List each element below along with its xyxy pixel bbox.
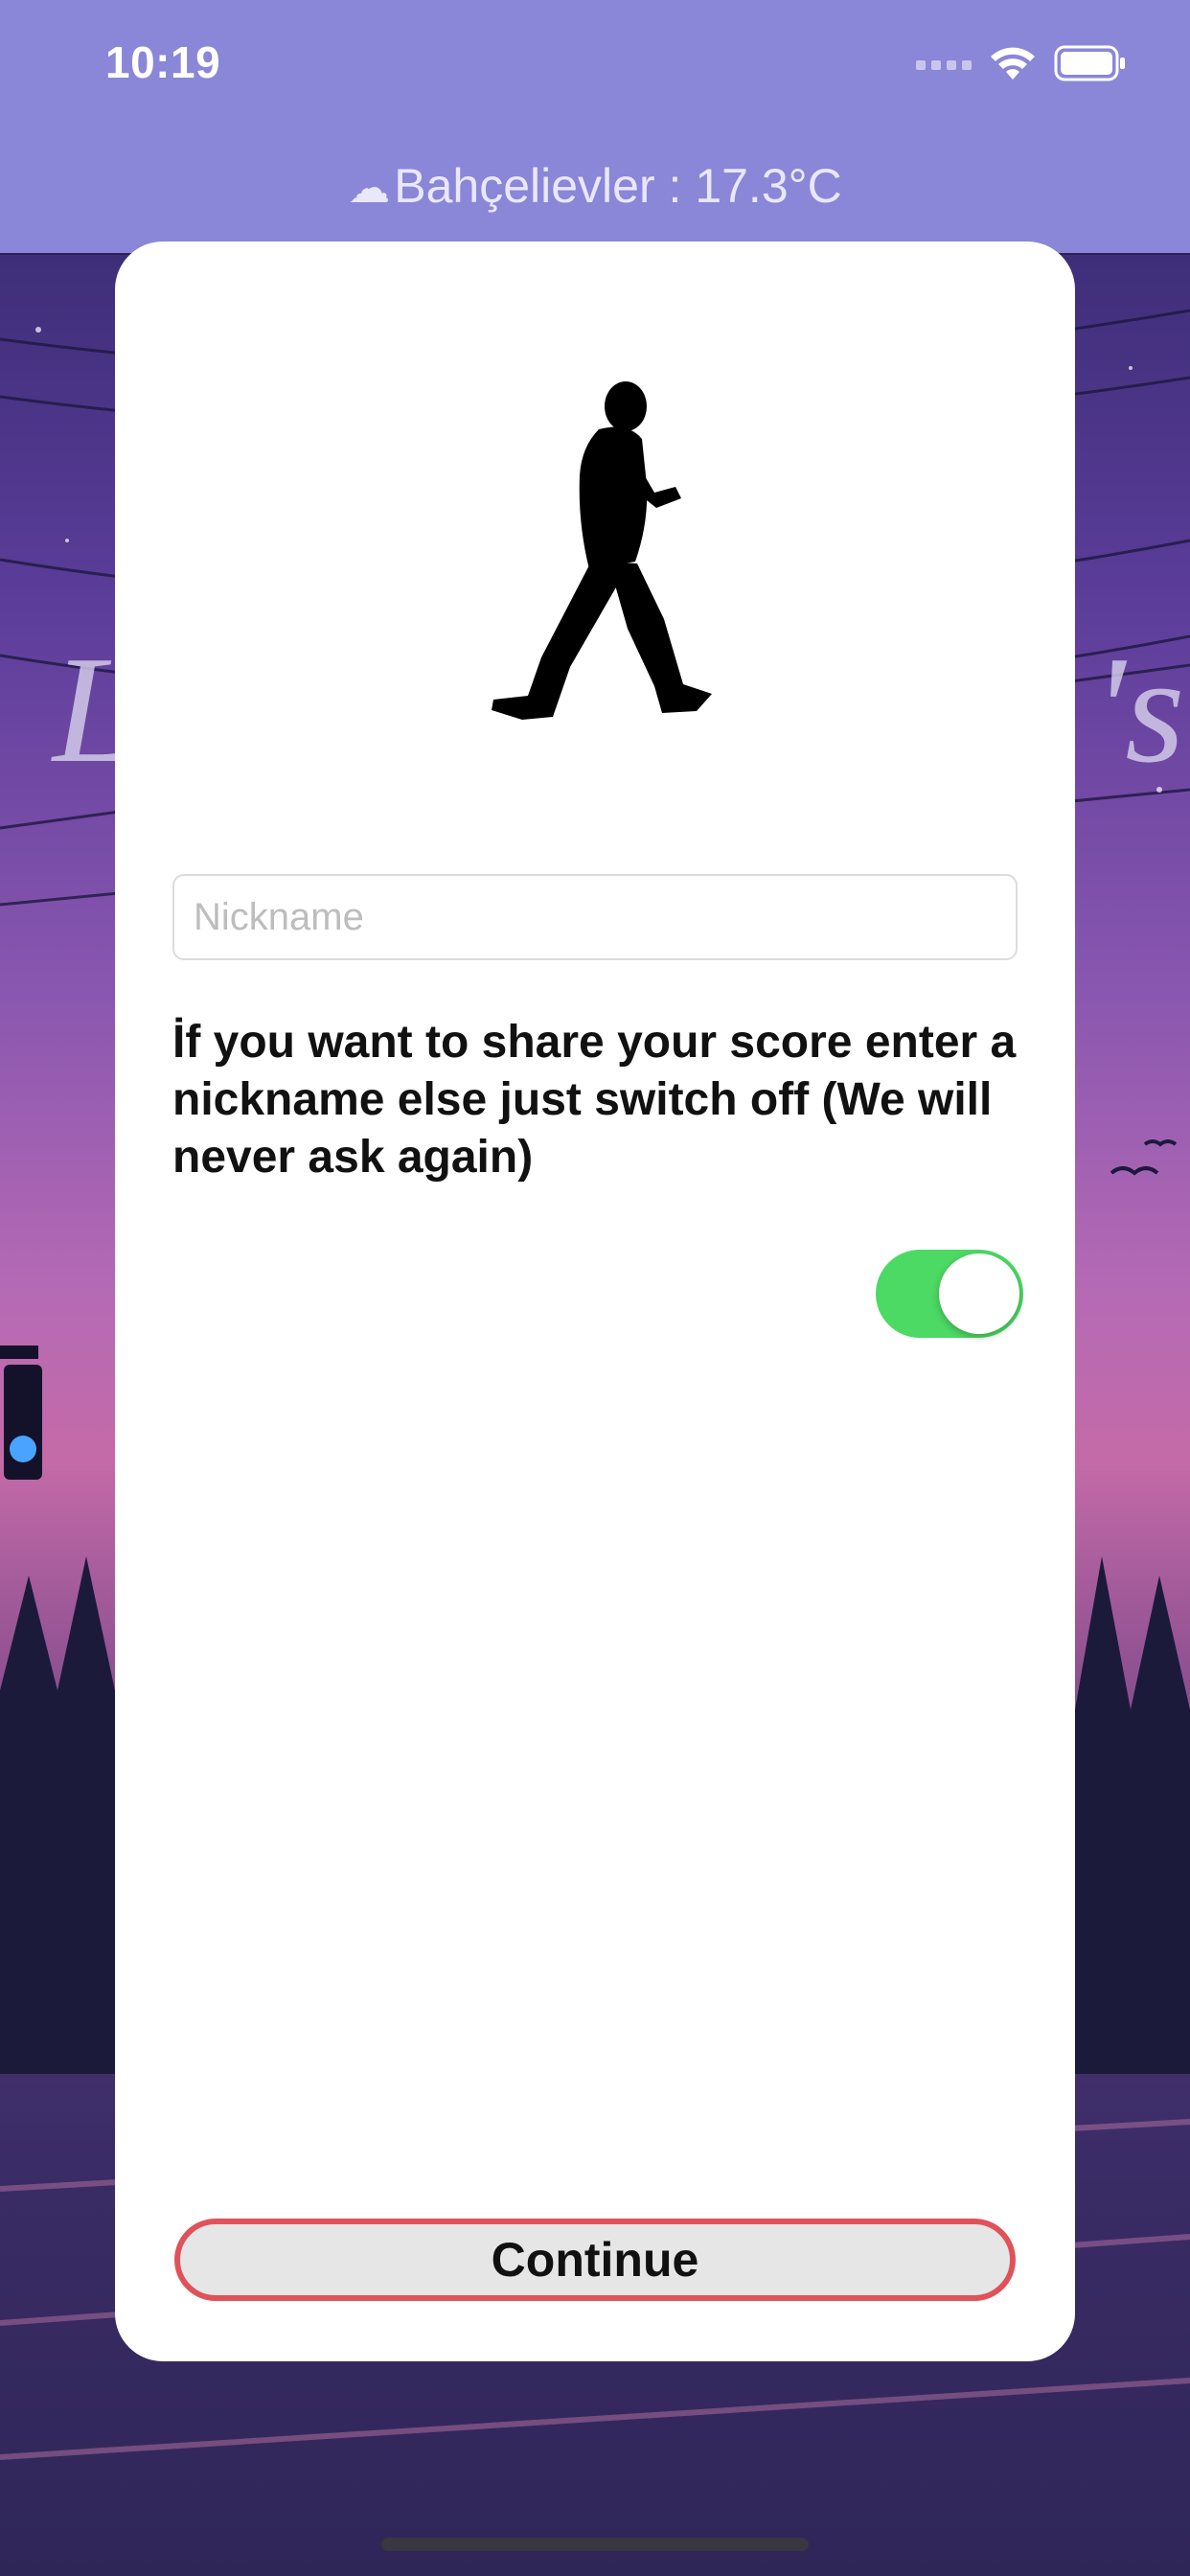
weather-temperature: 17.3°C (695, 159, 842, 213)
weather-label: ☁Bahçelievler : 17.3°C (0, 158, 1190, 214)
status-icons (916, 44, 1127, 82)
status-time: 10:19 (105, 37, 221, 87)
share-info-text: İf you want to share your score enter a … (172, 1017, 1017, 1183)
weather-location: Bahçelievler (394, 159, 655, 213)
header-bar: 10:19 ☁Bahçelievler : 17.3°C (0, 0, 1190, 255)
wifi-icon (991, 47, 1035, 80)
cellular-signal-icon (916, 60, 972, 70)
share-score-toggle[interactable] (876, 1250, 1023, 1338)
cloud-icon: ☁ (348, 165, 391, 212)
nickname-input[interactable] (172, 874, 1018, 960)
continue-button[interactable]: Continue (174, 2219, 1016, 2301)
nickname-card: İf you want to share your score enter a … (115, 242, 1075, 2361)
walking-man-icon (492, 381, 712, 720)
toggle-knob (939, 1254, 1019, 1334)
svg-text:'s: 's (1092, 624, 1184, 794)
weather-separator: : (654, 159, 696, 213)
home-indicator (381, 2538, 809, 2551)
battery-icon (1054, 45, 1125, 81)
